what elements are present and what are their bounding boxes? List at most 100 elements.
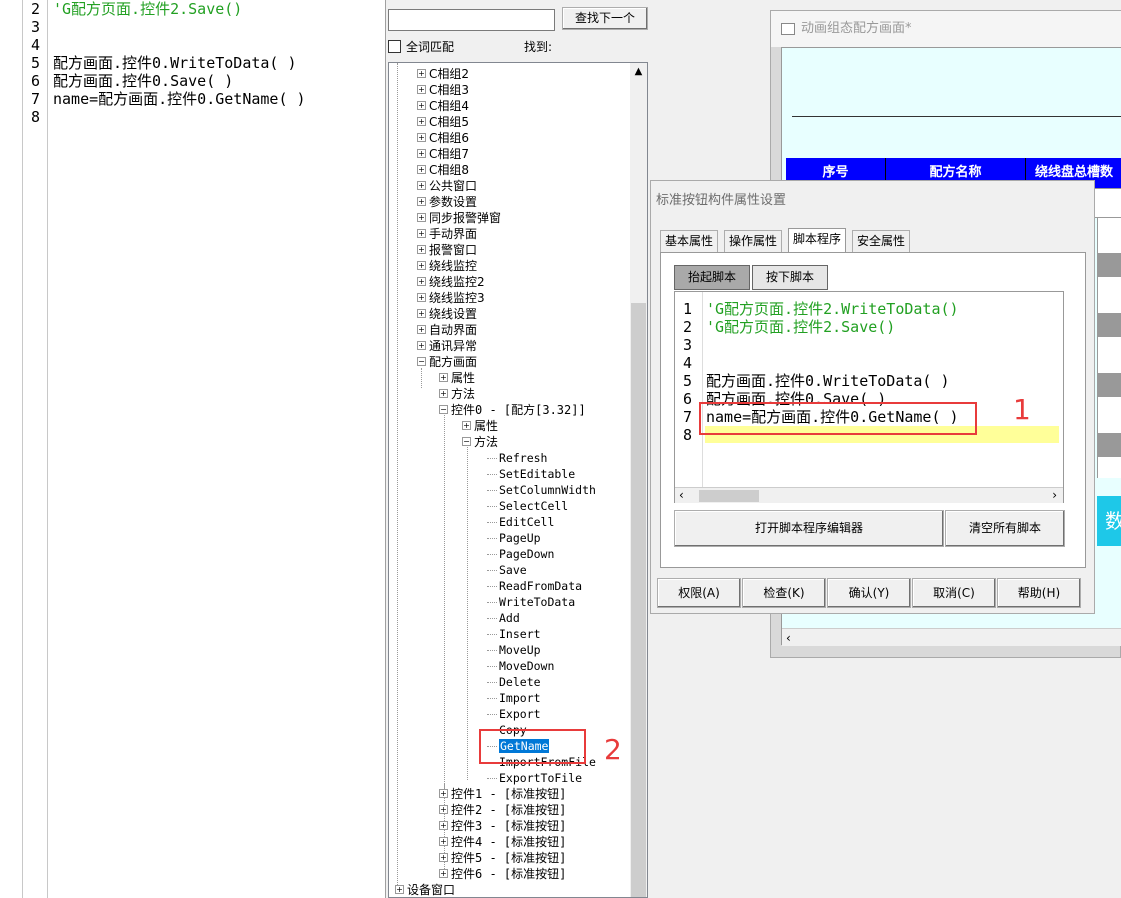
tree-node[interactable]: + C相组5 [417,114,469,130]
method-item[interactable]: SetEditable [487,466,575,482]
method-item[interactable]: Add [487,610,520,626]
tree-node[interactable]: + 绕线监控 [417,258,477,274]
expand-icon[interactable]: + [417,277,426,286]
partial-button[interactable]: 数 [1097,496,1121,546]
tree-node[interactable]: + 属性 [462,418,498,434]
method-item[interactable]: ReadFromData [487,578,582,594]
method-item[interactable]: MoveDown [487,658,554,674]
script-line[interactable]: 配方画面.控件0.WriteToData( ) [706,372,950,390]
expand-icon[interactable]: + [439,389,448,398]
method-item[interactable]: SetColumnWidth [487,482,596,498]
tree-node[interactable]: + 设备窗口 [395,882,455,897]
script-editor[interactable]: 1 2 3 4 5 6 7 8 'G配方页面.控件2.WriteToData()… [674,291,1064,503]
subtab-release-script[interactable]: 抬起脚本 [674,265,750,290]
tree-node[interactable]: + 绕线监控3 [417,290,485,306]
method-item[interactable]: Refresh [487,450,547,466]
method-item[interactable]: ExportToFile [487,770,582,786]
expand-icon[interactable]: + [417,213,426,222]
method-item[interactable]: EditCell [487,514,554,530]
subtab-press-script[interactable]: 按下脚本 [752,265,828,290]
tree-node[interactable]: + 绕线设置 [417,306,477,322]
expand-icon[interactable]: + [417,293,426,302]
tab-script[interactable]: 脚本程序 [788,228,847,253]
tree-node-control0[interactable]: − 控件0 - [配方[3.32]] [439,402,586,418]
expand-icon[interactable]: + [417,133,426,142]
tree-node[interactable]: + 控件3 - [标准按钮] [439,818,566,834]
method-item[interactable]: Delete [487,674,541,690]
tree-node[interactable]: + 属性 [439,370,475,386]
expand-icon[interactable]: + [439,853,448,862]
method-item[interactable]: PageUp [487,530,541,546]
scroll-right-arrow-icon[interactable]: › [1052,488,1057,502]
window-titlebar[interactable]: 动画组态配方画面* [771,11,1121,47]
check-button[interactable]: 检查(K) [742,578,826,608]
expand-icon[interactable]: + [417,341,426,350]
scroll-thumb[interactable] [631,303,646,897]
tree-node[interactable]: + 公共窗口 [417,178,477,194]
expand-icon[interactable]: + [417,181,426,190]
tree-node[interactable]: + 同步报警弹窗 [417,210,501,226]
expand-icon[interactable]: + [417,165,426,174]
scroll-thumb[interactable] [699,490,759,502]
tree-node[interactable]: + 控件1 - [标准按钮] [439,786,566,802]
expand-icon[interactable]: + [439,805,448,814]
script-horizontal-scrollbar[interactable]: ‹ › [675,487,1063,503]
tree-vertical-scrollbar[interactable]: ▲ [630,63,647,897]
tree-node[interactable]: + 控件6 - [标准按钮] [439,866,566,882]
tree-node[interactable]: + 控件4 - [标准按钮] [439,834,566,850]
expand-icon[interactable]: + [417,149,426,158]
expand-icon[interactable]: + [439,837,448,846]
expand-icon[interactable]: + [417,261,426,270]
cancel-button[interactable]: 取消(C) [912,578,996,608]
tree-node[interactable]: + 控件5 - [标准按钮] [439,850,566,866]
expand-icon[interactable]: + [439,789,448,798]
scroll-up-arrow-icon[interactable]: ▲ [630,63,647,80]
tree-node[interactable]: + 手动界面 [417,226,477,242]
tree-node-methods[interactable]: − 方法 [462,434,498,450]
collapse-icon[interactable]: − [439,405,448,414]
expand-icon[interactable]: + [395,885,404,894]
tree-node[interactable]: + 方法 [439,386,475,402]
search-input[interactable] [388,9,555,31]
code-editor[interactable]: 2 3 4 5 6 7 8 'G配方页面.控件2.Save() 配方画面.控件0… [0,0,386,898]
code-line[interactable]: 配方画面.控件0.WriteToData( ) [53,54,297,72]
tree-node[interactable]: + 绕线监控2 [417,274,485,290]
expand-icon[interactable]: + [439,821,448,830]
code-line[interactable]: 配方画面.控件0.Save( ) [53,72,233,90]
script-line[interactable]: 'G配方页面.控件2.WriteToData() [706,300,959,318]
expand-icon[interactable]: + [417,309,426,318]
find-next-button[interactable]: 查找下一个 [562,7,648,30]
collapse-icon[interactable]: − [462,437,471,446]
expand-icon[interactable]: + [417,325,426,334]
tree-node[interactable]: + 控件2 - [标准按钮] [439,802,566,818]
code-line[interactable]: 'G配方页面.控件2.Save() [53,0,242,18]
expand-icon[interactable]: + [417,245,426,254]
tree-node-recipe-screen[interactable]: − 配方画面 [417,354,477,370]
tree-node[interactable]: + C相组6 [417,130,469,146]
method-item[interactable]: MoveUp [487,642,541,658]
scroll-left-arrow-icon[interactable]: ‹ [679,488,684,502]
permission-button[interactable]: 权限(A) [657,578,741,608]
expand-icon[interactable]: + [439,373,448,382]
script-line[interactable]: 'G配方页面.控件2.Save() [706,318,895,336]
help-button[interactable]: 帮助(H) [997,578,1081,608]
open-script-editor-button[interactable]: 打开脚本程序编辑器 [674,510,944,547]
expand-icon[interactable]: + [417,69,426,78]
tree-node[interactable]: + 自动界面 [417,322,477,338]
tree-node[interactable]: + C相组7 [417,146,469,162]
method-item[interactable]: Save [487,562,527,578]
method-item[interactable]: Export [487,706,541,722]
tree-node[interactable]: + C相组3 [417,82,469,98]
method-item[interactable]: Import [487,690,541,706]
expand-icon[interactable]: + [417,229,426,238]
whole-word-checkbox[interactable] [388,40,401,53]
expand-icon[interactable]: + [417,117,426,126]
confirm-button[interactable]: 确认(Y) [827,578,911,608]
expand-icon[interactable]: + [417,85,426,94]
expand-icon[interactable]: + [462,421,471,430]
tree-node[interactable]: + C相组4 [417,98,469,114]
tab-security[interactable]: 安全属性 [852,230,911,252]
code-line[interactable]: name=配方画面.控件0.GetName( ) [53,90,306,108]
method-item[interactable]: Insert [487,626,541,642]
tab-basic[interactable]: 基本属性 [660,230,719,252]
